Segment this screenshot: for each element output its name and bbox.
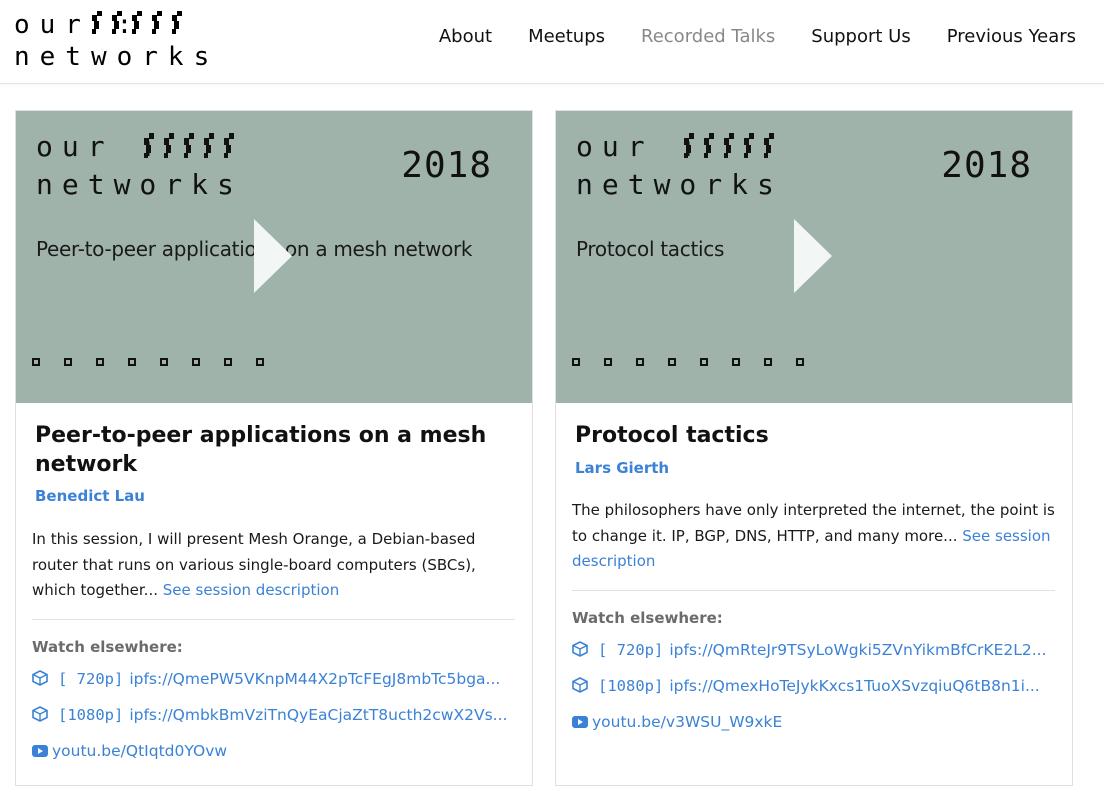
ipfs-720-link[interactable]: [ 720p] ipfs://QmRteJr9TSyLoWgki5ZVnYikmB… [572, 641, 1056, 663]
resolution-label: [ 720p] [598, 641, 664, 659]
cube-icon [32, 670, 48, 686]
divider [572, 590, 1055, 591]
thumbnail-logo-glyphs [144, 133, 234, 158]
resolution-label: [ 720p] [58, 670, 124, 688]
thumbnail-logo: our : networks [576, 131, 816, 201]
divider [32, 619, 515, 620]
play-icon[interactable] [794, 219, 834, 293]
youtube-link[interactable]: youtu.be/QtIqtd0YOvw [32, 742, 516, 764]
talk-title[interactable]: Protocol tactics [575, 421, 1045, 450]
link-url: ipfs://QmePW5VKnpM44X2pTcFEgJ8mbTc5bga..… [129, 670, 501, 688]
thumbnail-logo-line-2: networks [36, 168, 243, 201]
nav-about[interactable]: About [439, 26, 492, 48]
watch-elsewhere-label: Watch elsewhere: [572, 609, 723, 627]
talk-description: The philosophers have only interpreted t… [572, 498, 1056, 575]
ipfs-1080-link[interactable]: [1080p] ipfs://QmexHoTeJykKxcs1TuoXSvzqiu… [572, 677, 1056, 699]
decorative-dots [32, 358, 264, 366]
link-url: ipfs://QmRteJr9TSyLoWgki5ZVnYikmBfCrKE2L… [669, 641, 1047, 659]
link-url: youtu.be/QtIqtd0YOvw [52, 742, 228, 760]
thumbnail-year: 2018 [941, 145, 1032, 186]
logo-line-2: networks [14, 42, 220, 72]
resolution-label: [1080p] [598, 677, 664, 695]
youtube-icon [32, 745, 48, 757]
talk-card: our : networks 2018 Protocol tactics Pro… [555, 110, 1073, 786]
thumbnail-logo: our : networks [36, 131, 276, 201]
nav-previous-years[interactable]: Previous Years [947, 26, 1076, 48]
thumbnail-logo-glyphs [684, 133, 774, 158]
speaker-link[interactable]: Lars Gierth [575, 459, 669, 477]
ipfs-720-link[interactable]: [ 720p] ipfs://QmePW5VKnpM44X2pTcFEgJ8mbT… [32, 670, 516, 692]
site-header: our : networks About Meetups Recorded Ta… [0, 0, 1104, 84]
speaker-link[interactable]: Benedict Lau [35, 487, 145, 505]
youtube-icon [572, 716, 588, 728]
play-icon[interactable] [254, 219, 294, 293]
cube-icon [572, 677, 588, 693]
talk-title[interactable]: Peer-to-peer applications on a mesh netw… [35, 421, 505, 479]
nav-support-us[interactable]: Support Us [811, 26, 910, 48]
link-url: youtu.be/v3WSU_W9xkE [592, 713, 783, 731]
watch-elsewhere-label: Watch elsewhere: [32, 638, 183, 656]
thumbnail-logo-line-2: networks [576, 168, 783, 201]
talk-card: our : networks 2018 Peer-to-peer applica… [15, 110, 533, 786]
nav-recorded-talks[interactable]: Recorded Talks [641, 26, 775, 48]
cube-icon [32, 706, 48, 722]
resolution-label: [1080p] [58, 706, 124, 724]
cube-icon [572, 641, 588, 657]
thumbnail-year: 2018 [401, 145, 492, 186]
talk-description: In this session, I will present Mesh Ora… [32, 527, 516, 604]
link-url: ipfs://QmexHoTeJykKxcs1TuoXSvzqiuQ6tB8n1… [669, 677, 1040, 695]
video-thumbnail[interactable]: our : networks 2018 Protocol tactics [556, 111, 1072, 403]
decorative-dots [572, 358, 804, 366]
see-description-link[interactable]: See session description [163, 581, 339, 599]
ipfs-1080-link[interactable]: [1080p] ipfs://QmbkBmVziTnQyEaCjaZtT8ucth… [32, 706, 516, 728]
video-thumbnail[interactable]: our : networks 2018 Peer-to-peer applica… [16, 111, 532, 403]
main-nav: About Meetups Recorded Talks Support Us … [403, 26, 1076, 48]
nav-meetups[interactable]: Meetups [528, 26, 605, 48]
link-url: ipfs://QmbkBmVziTnQyEaCjaZtT8ucth2cwX2Vs… [129, 706, 508, 724]
site-logo[interactable]: our : networks [14, 8, 214, 70]
thumbnail-title: Protocol tactics [576, 237, 725, 261]
logo-glyphs [92, 11, 182, 34]
youtube-link[interactable]: youtu.be/v3WSU_W9xkE [572, 713, 1056, 735]
